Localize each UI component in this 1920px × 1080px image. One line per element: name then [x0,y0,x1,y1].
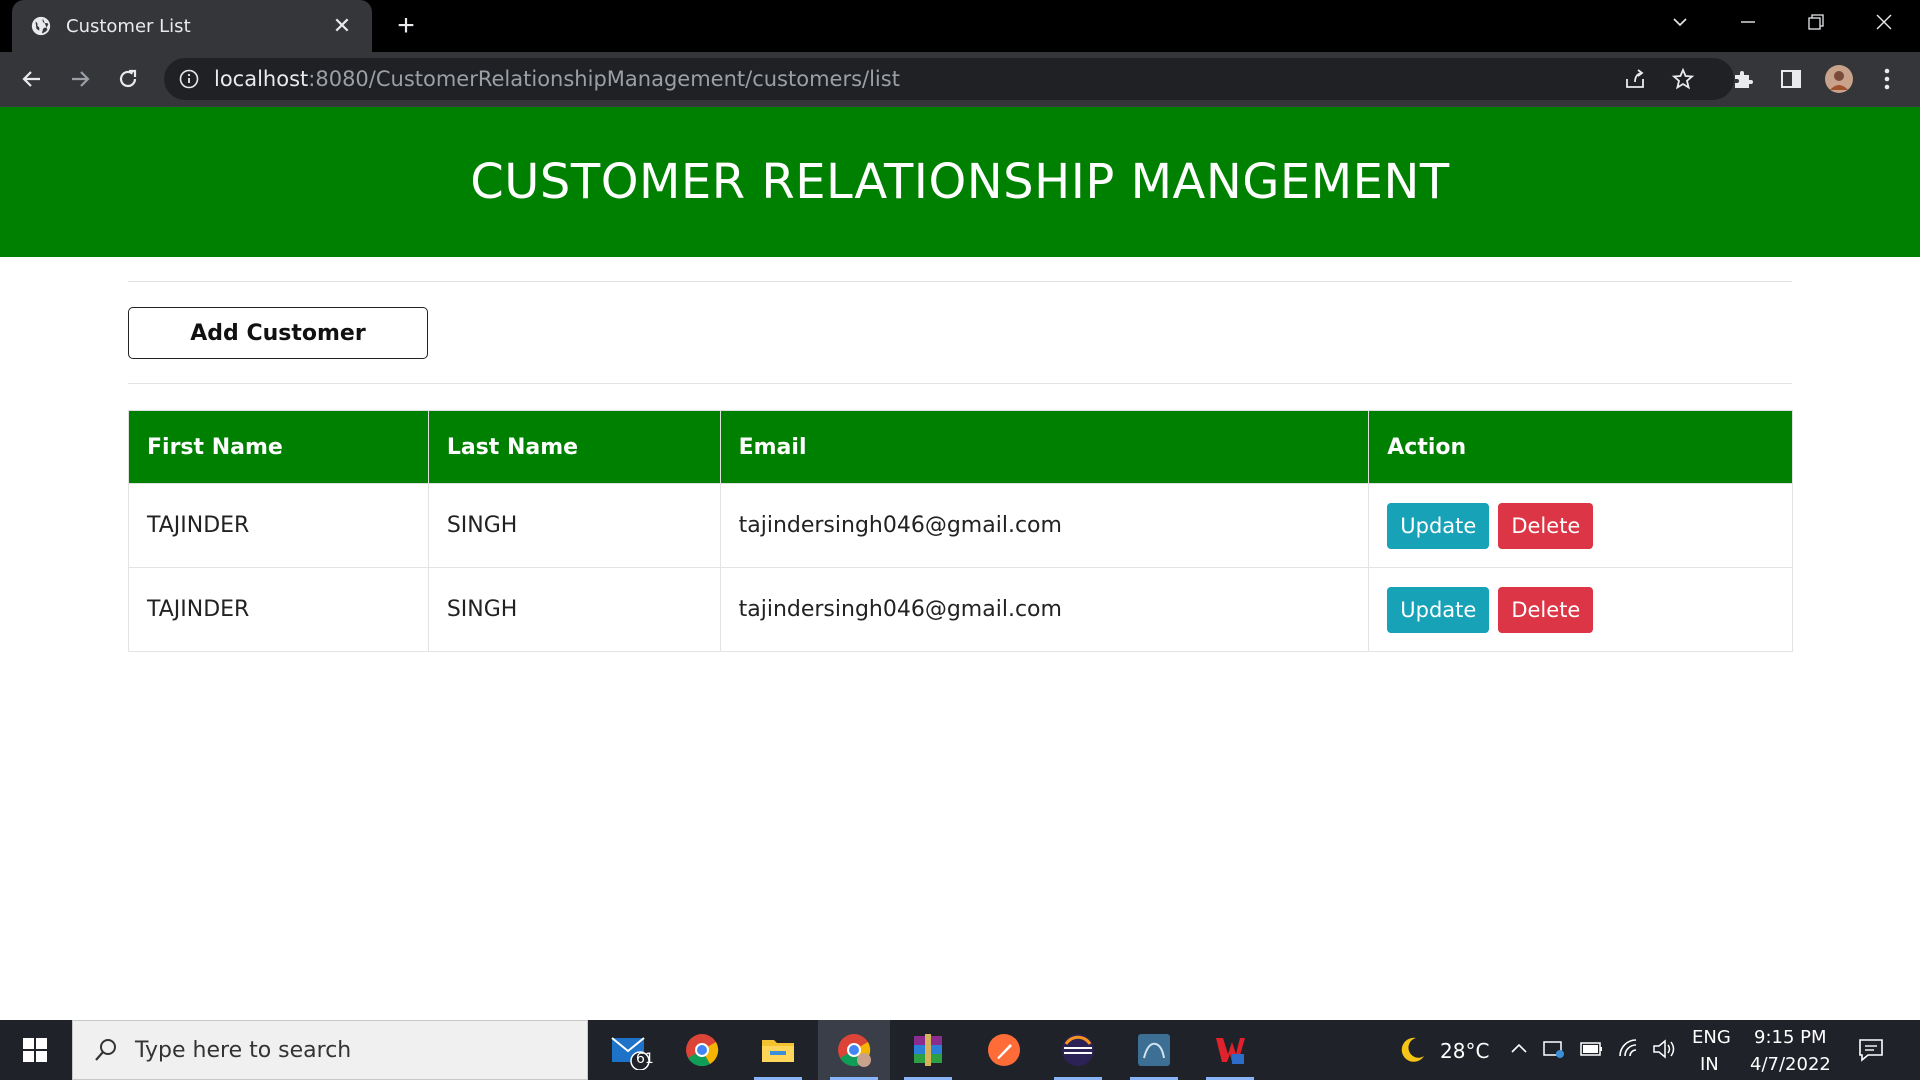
header-first-name: First Name [128,410,429,484]
address-bar[interactable]: localhost:8080/CustomerRelationshipManag… [164,58,1734,100]
mail-app-icon[interactable]: 61 [594,1020,666,1080]
search-placeholder: Type here to search [135,1037,352,1063]
cell-email: tajindersingh046@gmail.com [719,567,1370,652]
chrome-app-icon[interactable] [666,1020,738,1080]
cell-last-name: SINGH [427,567,721,652]
menu-kebab-icon[interactable] [1872,64,1902,94]
share-icon[interactable] [1620,64,1650,94]
search-icon [95,1039,116,1061]
globe-icon [31,16,51,36]
delete-button[interactable]: Delete [1498,586,1594,633]
header-action: Action [1368,410,1793,484]
file-explorer-icon[interactable] [742,1020,814,1080]
table-row: TAJINDER SINGH tajindersingh046@gmail.co… [128,567,1793,652]
update-button[interactable]: Update [1387,586,1490,633]
eclipse-app-icon[interactable] [1042,1020,1114,1080]
winrar-app-icon[interactable] [892,1020,964,1080]
battery-icon[interactable] [1580,1040,1604,1058]
notification-center-icon[interactable] [1858,1038,1884,1062]
forward-button[interactable] [62,61,98,97]
moon-weather-icon [1401,1037,1424,1062]
delete-button[interactable]: Delete [1498,502,1594,549]
reload-button[interactable] [110,61,146,97]
meet-now-icon[interactable] [1542,1037,1566,1061]
close-tab-icon[interactable]: ✕ [330,13,354,39]
wifi-icon[interactable] [1618,1038,1642,1060]
table-header-row: First Name Last Name Email Action [128,410,1793,484]
cell-first-name: TAJINDER [128,567,429,652]
start-button[interactable] [0,1020,70,1080]
cell-first-name: TAJINDER [128,483,429,568]
taskbar-search[interactable]: Type here to search [72,1020,588,1080]
header-last-name: Last Name [427,410,721,484]
clock-date[interactable]: 4/7/2022 [1750,1054,1831,1075]
postman-app-icon[interactable] [968,1020,1040,1080]
restore-button[interactable] [1782,0,1850,44]
tab-search-icon[interactable] [1646,0,1714,44]
clock-time[interactable]: 9:15 PM [1754,1027,1827,1048]
weather-temp[interactable]: 28°C [1440,1039,1489,1063]
volume-icon[interactable] [1652,1038,1676,1060]
back-button[interactable] [14,61,50,97]
page-header: CUSTOMER RELATIONSHIP MANGEMENT [0,107,1920,257]
chrome-active-app-icon[interactable] [818,1020,890,1080]
url-path: :8080/CustomerRelationshipManagement/cus… [308,67,900,91]
browser-toolbar: localhost:8080/CustomerRelationshipManag… [0,52,1920,106]
mysql-workbench-icon[interactable] [1118,1020,1190,1080]
side-panel-icon[interactable] [1776,64,1806,94]
chevron-up-icon[interactable] [1510,1040,1528,1058]
browser-tab[interactable]: Customer List ✕ [12,0,372,52]
page-title: CUSTOMER RELATIONSHIP MANGEMENT [470,154,1450,210]
info-icon[interactable] [178,68,200,90]
windows-logo-icon [23,1038,47,1062]
wps-app-icon[interactable] [1194,1020,1266,1080]
divider-bottom [128,383,1792,384]
update-button[interactable]: Update [1387,502,1490,549]
close-window-button[interactable] [1850,0,1918,44]
mail-badge: 61 [636,1051,654,1067]
divider-top [128,281,1792,282]
add-customer-button[interactable]: Add Customer [128,307,428,359]
profile-avatar[interactable] [1824,64,1854,94]
customer-table: First Name Last Name Email Action TAJIND… [128,410,1793,652]
bookmark-star-icon[interactable] [1668,64,1698,94]
tab-title: Customer List [66,15,191,37]
minimize-button[interactable] [1714,0,1782,44]
table-row: TAJINDER SINGH tajindersingh046@gmail.co… [128,483,1793,568]
windows-taskbar: Type here to search 61 28°C ENG IN 9:15 … [0,1020,1920,1080]
cell-action: Update Delete [1368,567,1793,652]
cell-email: tajindersingh046@gmail.com [719,483,1370,568]
new-tab-button[interactable]: + [390,10,422,42]
extensions-puzzle-icon[interactable] [1728,64,1758,94]
language-indicator[interactable]: ENG [1692,1027,1731,1048]
url-host: localhost [214,67,309,91]
cell-last-name: SINGH [427,483,721,568]
cell-action: Update Delete [1368,483,1793,568]
header-email: Email [719,410,1370,484]
browser-tab-bar: Customer List ✕ + [0,0,1920,52]
region-indicator[interactable]: IN [1700,1054,1719,1075]
